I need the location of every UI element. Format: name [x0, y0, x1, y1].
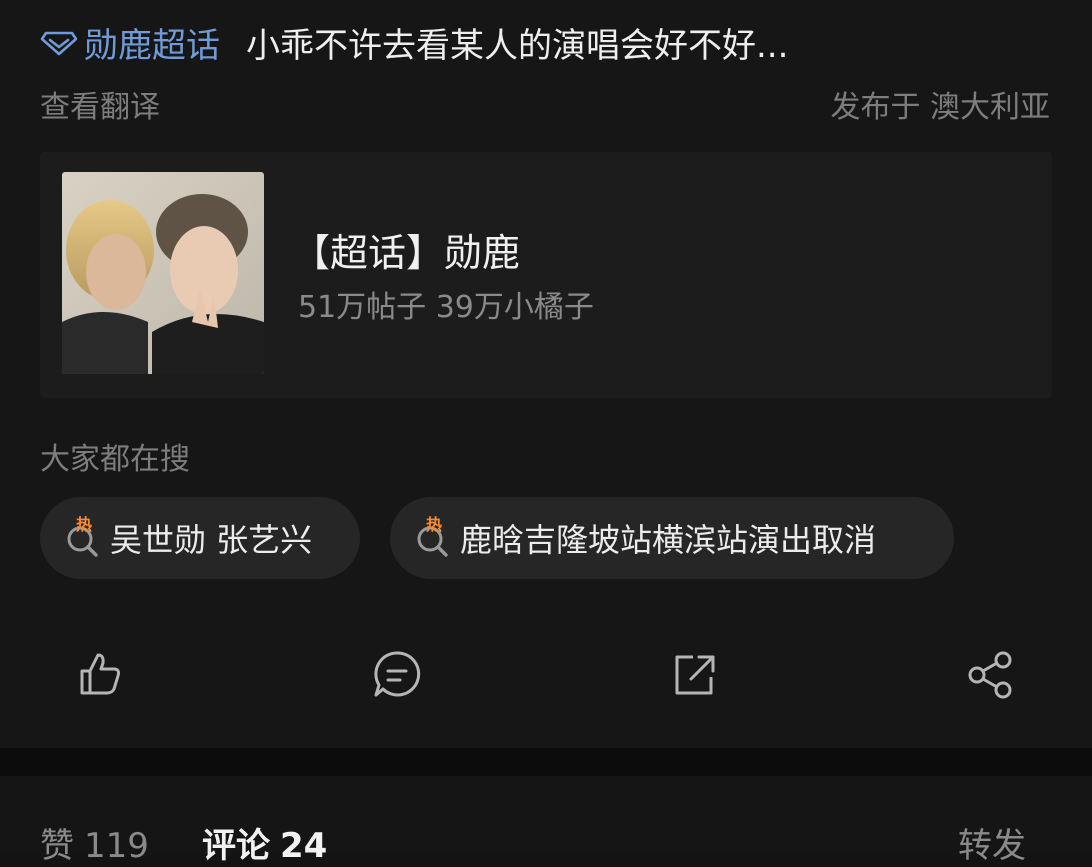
supertopic-card[interactable]: 【超话】勋鹿 51万帖子 39万小橘子: [40, 152, 1052, 398]
like-button[interactable]: [72, 646, 128, 704]
tab-likes-label: 赞: [40, 826, 74, 866]
avatar-photo: [62, 172, 264, 374]
post-container: 勋鹿超话 小乖不许去看某人的演唱会好不好... 查看翻译 发布于 澳大利亚 【超…: [0, 0, 1092, 748]
tab-comments-count: 24: [280, 826, 328, 866]
hot-badge: 热: [426, 515, 443, 534]
hot-badge: 热: [76, 515, 93, 534]
post-location: 发布于 澳大利亚: [830, 90, 1050, 125]
tab-likes-count: 119: [84, 826, 149, 866]
diamond-icon: [40, 31, 78, 56]
interaction-tabs: 赞 119 评论 24 转发: [0, 776, 1092, 866]
trending-search-chip[interactable]: 热 鹿晗吉隆坡站横滨站演出取消: [390, 497, 954, 579]
hot-search-icon: 热: [412, 515, 454, 559]
trending-search-label: 鹿晗吉隆坡站横滨站演出取消: [460, 521, 877, 559]
trending-search-heading: 大家都在搜: [40, 442, 190, 477]
tab-likes[interactable]: 赞 119: [40, 818, 149, 867]
comment-button[interactable]: [369, 646, 425, 704]
trending-search-label: 吴世勋 张艺兴: [110, 521, 313, 559]
share-icon: [968, 651, 1012, 699]
share-out-icon: [675, 655, 715, 695]
comment-icon: [374, 651, 421, 697]
hot-search-icon: 热: [62, 515, 104, 559]
share-button[interactable]: [963, 646, 1019, 704]
section-divider: [0, 748, 1092, 776]
supertopic-stats: 51万帖子 39万小橘子: [298, 290, 594, 325]
supertopic-title: 【超话】勋鹿: [292, 231, 521, 275]
supertopic-label: 勋鹿超话: [84, 25, 220, 66]
supertopic-avatar: [62, 172, 264, 374]
tab-comments[interactable]: 评论 24: [202, 818, 327, 867]
trending-search-chip[interactable]: 热 吴世勋 张艺兴: [40, 497, 360, 579]
post-title-row: 勋鹿超话 小乖不许去看某人的演唱会好不好...: [40, 14, 1060, 70]
translate-link[interactable]: 查看翻译: [40, 82, 160, 126]
tab-reposts[interactable]: 转发: [958, 818, 1026, 867]
tab-reposts-label: 转发: [958, 826, 1026, 866]
post-text: 小乖不许去看某人的演唱会好不好...: [246, 25, 789, 66]
tab-comments-label: 评论: [202, 826, 270, 866]
repost-button[interactable]: [667, 646, 723, 704]
thumbs-up-icon: [80, 653, 120, 695]
supertopic-link[interactable]: 勋鹿超话: [40, 18, 220, 67]
